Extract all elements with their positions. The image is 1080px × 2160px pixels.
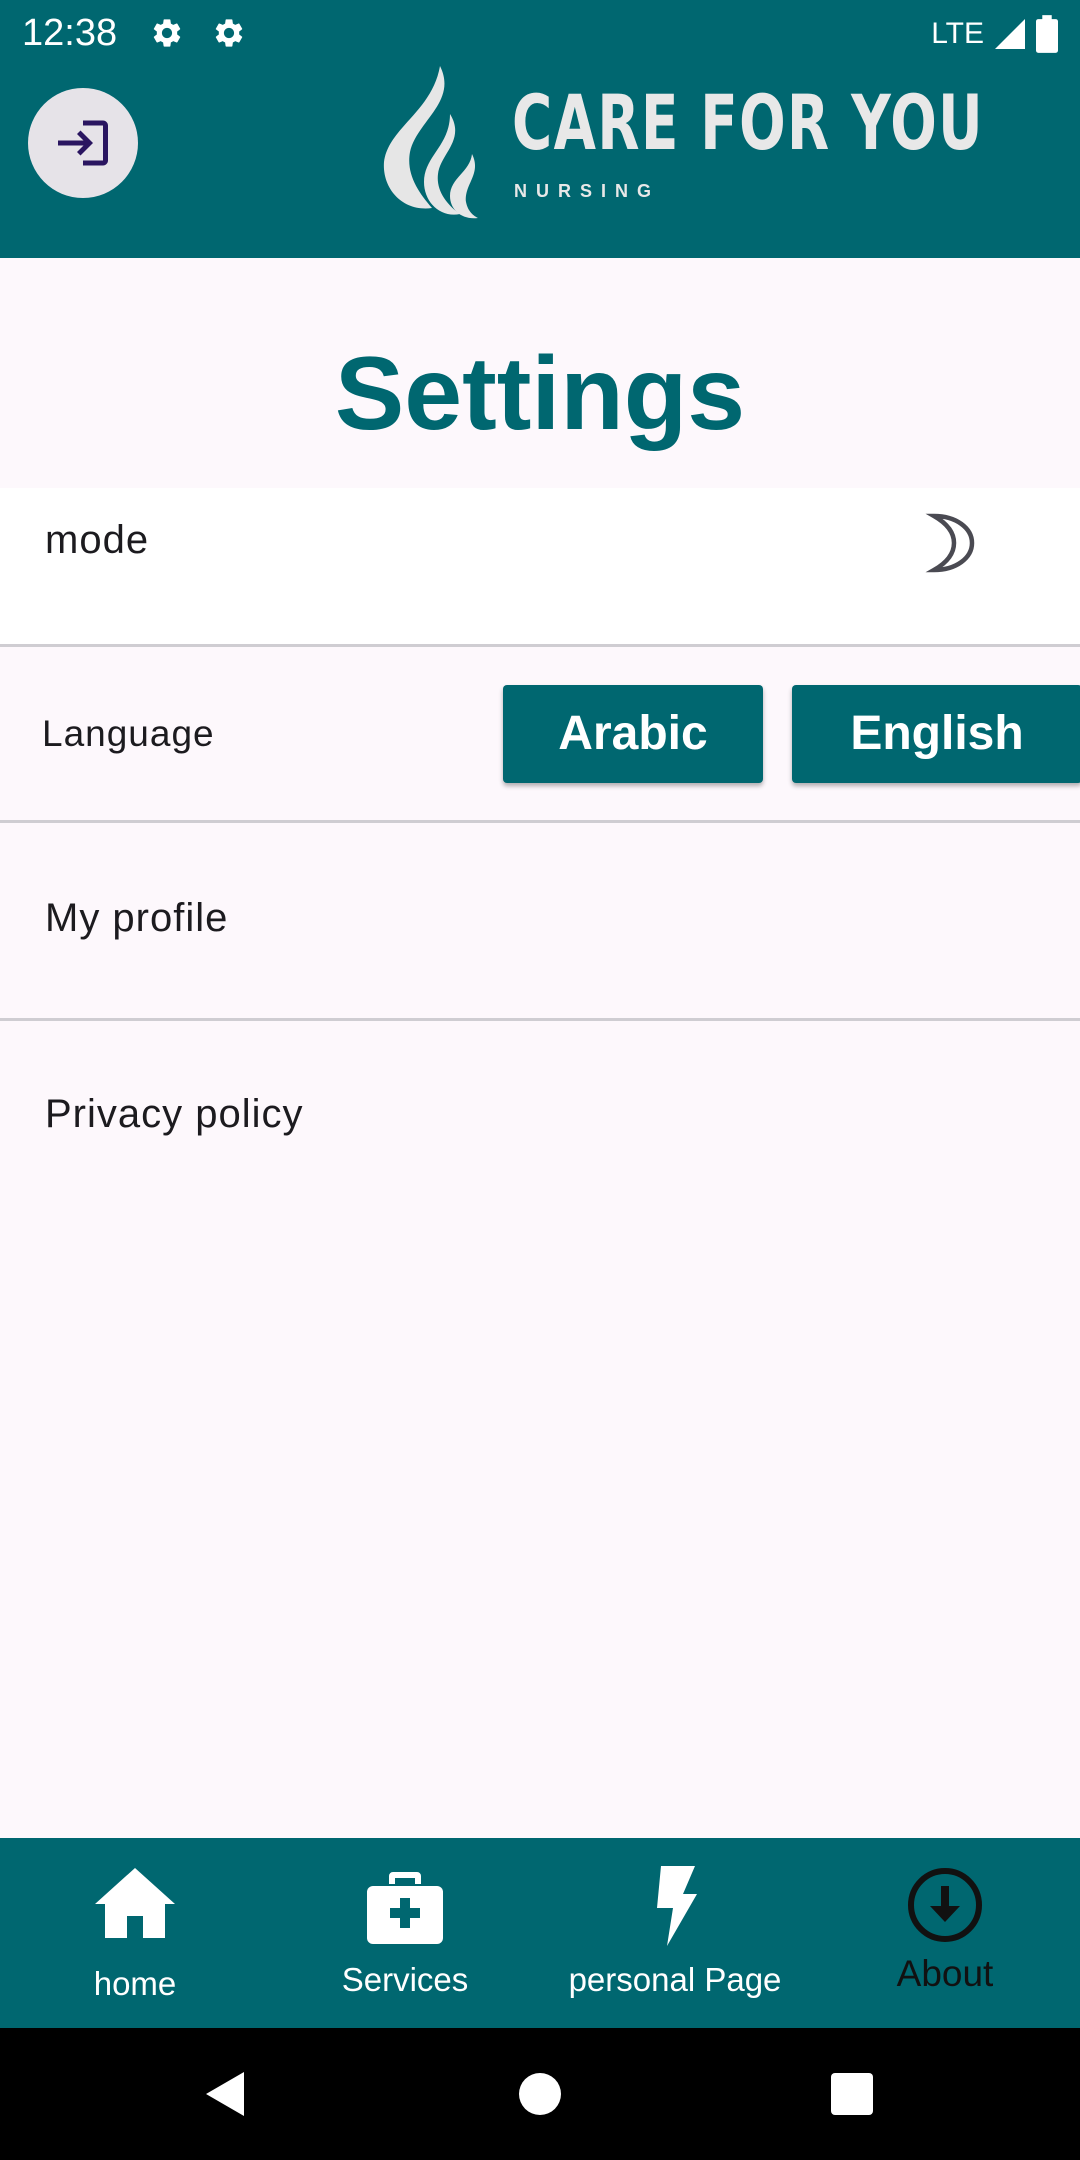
login-icon [53,113,113,173]
gear-icon [150,16,184,50]
nav-label-services: Services [341,1961,469,1998]
nav-label-personal-page: personal Page [568,1961,782,1998]
status-indicators: LTE [931,12,1058,56]
divider [0,644,1080,647]
nav-item-home[interactable]: home [0,1838,270,2028]
nav-label-about: About [896,1953,994,1994]
gear-icon [212,16,246,50]
brand-logo: CARE FOR YOU NURSING [380,62,983,222]
signal-icon [992,16,1028,52]
home-icon [93,1866,177,1940]
battery-icon [1036,15,1058,53]
nav-item-personal-page[interactable]: personal Page [540,1838,810,2028]
flame-logo-icon [383,66,478,219]
settings-screen: 12:38 LTE CARE FOR YOU NURSING Settings … [0,0,1080,2160]
system-navigation-bar [0,2028,1080,2160]
logo-title: CARE FOR YOU [512,78,985,167]
back-icon[interactable] [200,2068,252,2120]
logo-subtitle: NURSING [514,181,661,201]
language-label: Language [42,713,215,754]
nav-label-home: home [93,1965,177,2002]
recents-icon[interactable] [826,2068,878,2120]
page-title: Settings [334,336,746,452]
divider [0,1018,1080,1021]
moon-icon[interactable] [922,512,978,574]
app-header: 12:38 LTE CARE FOR YOU NURSING [0,0,1080,258]
divider [0,820,1080,823]
nav-item-about[interactable]: About [810,1838,1080,2028]
arabic-button[interactable]: Arabic [503,685,763,783]
status-time: 12:38 [22,12,118,54]
mode-row [0,488,1080,644]
home-circle-icon[interactable] [514,2068,566,2120]
network-type: LTE [931,17,984,50]
nav-item-services[interactable]: Services [270,1838,540,2028]
lightning-icon [651,1866,699,1946]
settings-content: Settings mode Language Arabic English My… [0,258,1080,1838]
english-button[interactable]: English [792,685,1080,783]
login-button[interactable] [28,88,138,198]
privacy-policy-item[interactable]: Privacy policy [45,1090,304,1138]
my-profile-item[interactable]: My profile [45,894,228,942]
download-circle-icon [906,1866,984,1944]
medical-kit-icon [367,1870,443,1944]
mode-label: mode [45,518,150,562]
bottom-navigation: home Services personal Page About [0,1838,1080,2028]
